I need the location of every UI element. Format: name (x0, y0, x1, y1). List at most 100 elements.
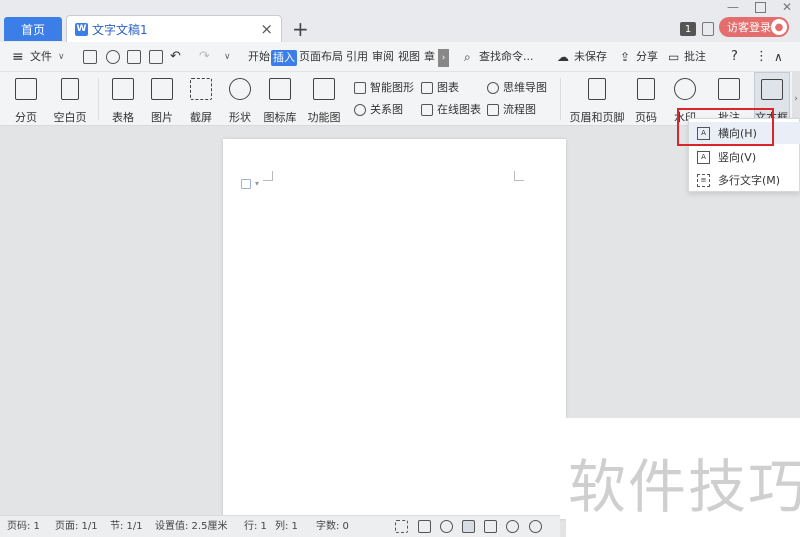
blank-page-button[interactable]: 空白页 (49, 72, 91, 126)
minimize-icon[interactable]: — (727, 0, 739, 14)
tab-home[interactable]: 首页 (4, 17, 62, 41)
ribbon-divider (560, 78, 561, 120)
mind-map-button[interactable]: 思维导图 (487, 80, 547, 96)
table-icon (112, 78, 134, 100)
menu-item-vertical[interactable]: A 竖向(V) (689, 146, 800, 168)
icon-library-button[interactable]: 图标库 (263, 72, 297, 126)
maximize-icon[interactable] (755, 2, 766, 13)
fullscreen-icon[interactable] (395, 520, 408, 533)
status-section[interactable]: 节: 1/1 (110, 516, 143, 537)
function-chart-icon (313, 78, 335, 100)
page-break-icon (15, 78, 37, 100)
vertical-text-icon: A (697, 150, 710, 164)
page-break-label: 分页 (15, 111, 37, 124)
share-button[interactable]: 分享 (636, 42, 658, 72)
shape-button[interactable]: 形状 (224, 72, 256, 126)
visitor-login-label: 访客登录 (727, 21, 771, 34)
comment-menu[interactable]: 批注 (684, 42, 706, 72)
outline-view-icon[interactable] (484, 520, 497, 533)
function-chart-label: 功能图 (307, 111, 341, 124)
help-icon[interactable]: ? (731, 42, 738, 72)
status-pages[interactable]: 页面: 1/1 (55, 516, 98, 537)
chart-button[interactable]: 图表 (421, 80, 459, 96)
menu-item-multiline[interactable]: ≡ 多行文字(M) (689, 169, 800, 191)
status-row[interactable]: 行: 1 (244, 516, 267, 537)
textbox-icon (761, 79, 783, 101)
relation-chart-icon (354, 104, 366, 116)
quick-access-dropdown-icon[interactable]: ∨ (224, 42, 231, 72)
function-chart-button[interactable]: 功能图 (304, 72, 344, 126)
read-mode-icon[interactable] (418, 520, 431, 533)
picture-icon (151, 78, 173, 100)
status-page-number[interactable]: 页码: 1 (7, 516, 40, 537)
search-command[interactable]: 查找命令... (479, 42, 534, 72)
picture-label: 图片 (151, 111, 173, 124)
status-column[interactable]: 列: 1 (275, 516, 298, 537)
chart-icon (421, 82, 433, 94)
save-icon[interactable] (83, 50, 97, 64)
menu-tab-chapter[interactable]: 章 (424, 42, 435, 72)
format-painter-icon[interactable] (106, 50, 120, 64)
page-break-button[interactable]: 分页 (10, 72, 42, 126)
collapse-ribbon-icon[interactable]: ∧ (774, 42, 783, 72)
undo-icon[interactable]: ↶ (170, 42, 181, 72)
document-page[interactable]: ▾ (223, 139, 566, 519)
tab-document[interactable]: W 文字文稿1 × (66, 15, 282, 42)
status-setting[interactable]: 设置值: 2.5厘米 (155, 516, 227, 537)
new-tab-button[interactable]: + (292, 17, 309, 41)
redo-icon[interactable]: ↷ (199, 42, 210, 72)
eye-protection-icon[interactable] (529, 520, 542, 533)
table-button[interactable]: 表格 (107, 72, 139, 126)
menu-tab-review[interactable]: 审阅 (372, 42, 394, 72)
menu-icon[interactable]: ≡ (12, 42, 24, 72)
picture-button[interactable]: 图片 (146, 72, 178, 126)
ribbon-divider (98, 78, 99, 120)
comment-icon: ▭ (668, 50, 680, 64)
screenshot-icon (190, 78, 212, 100)
margin-corner-top-left (263, 171, 273, 181)
visitor-login-button[interactable]: 访客登录 ● (719, 17, 789, 37)
pen-icon[interactable] (440, 520, 453, 533)
page-view-icon[interactable] (462, 520, 475, 533)
page-number-icon (637, 78, 655, 100)
flow-chart-label: 流程图 (503, 103, 536, 116)
screenshot-button[interactable]: 截屏 (185, 72, 217, 126)
online-chart-button[interactable]: 在线图表 (421, 102, 481, 118)
smart-art-button[interactable]: 智能图形 (354, 80, 414, 96)
highlight-box (677, 108, 774, 146)
close-window-icon[interactable]: ✕ (782, 0, 792, 14)
icon-library-icon (269, 78, 291, 100)
menu-tab-view[interactable]: 视图 (398, 42, 420, 72)
share-icon: ⇪ (620, 50, 631, 64)
more-options-icon[interactable]: ⋮ (755, 42, 768, 72)
relation-chart-button[interactable]: 关系图 (354, 102, 403, 118)
menu-tab-start[interactable]: 开始 (248, 42, 270, 72)
more-tabs-icon[interactable]: › (438, 49, 449, 67)
menu-tab-insert[interactable]: 插入 (271, 50, 297, 66)
chevron-down-icon[interactable]: ▾ (255, 179, 259, 188)
print-icon[interactable] (127, 50, 141, 64)
tab-document-label: 文字文稿1 (92, 22, 148, 37)
menu-file[interactable]: 文件 (30, 42, 52, 72)
paragraph-layout-icon[interactable] (241, 179, 251, 189)
search-icon[interactable]: ⌕ (464, 42, 471, 72)
close-tab-icon[interactable]: × (260, 20, 273, 38)
chevron-down-icon[interactable]: ∨ (58, 42, 65, 72)
menu-bar: ≡ 文件 ∨ ↶ ↷ ∨ 开始 插入 页面布局 引用 审阅 视图 章 › ⌕ 查… (0, 42, 800, 72)
menu-tab-layout[interactable]: 页面布局 (299, 42, 343, 72)
web-view-icon[interactable] (506, 520, 519, 533)
menu-tab-reference[interactable]: 引用 (346, 42, 368, 72)
page-number-button[interactable]: 页码 (630, 72, 662, 126)
status-word-count[interactable]: 字数: 0 (316, 516, 349, 537)
flow-chart-button[interactable]: 流程图 (487, 102, 536, 118)
header-footer-button[interactable]: 页眉和页脚 (570, 72, 625, 126)
print-preview-icon[interactable] (149, 50, 163, 64)
insert-comment-icon (718, 78, 740, 100)
watermark-text: 软件技巧 (568, 453, 800, 521)
window-toggle-icon[interactable] (702, 22, 714, 36)
smart-art-icon (354, 82, 366, 94)
window-count-badge[interactable]: 1 (680, 22, 696, 36)
unsaved-status[interactable]: 未保存 (574, 42, 607, 72)
online-chart-label: 在线图表 (437, 103, 481, 116)
icon-library-label: 图标库 (263, 111, 297, 124)
